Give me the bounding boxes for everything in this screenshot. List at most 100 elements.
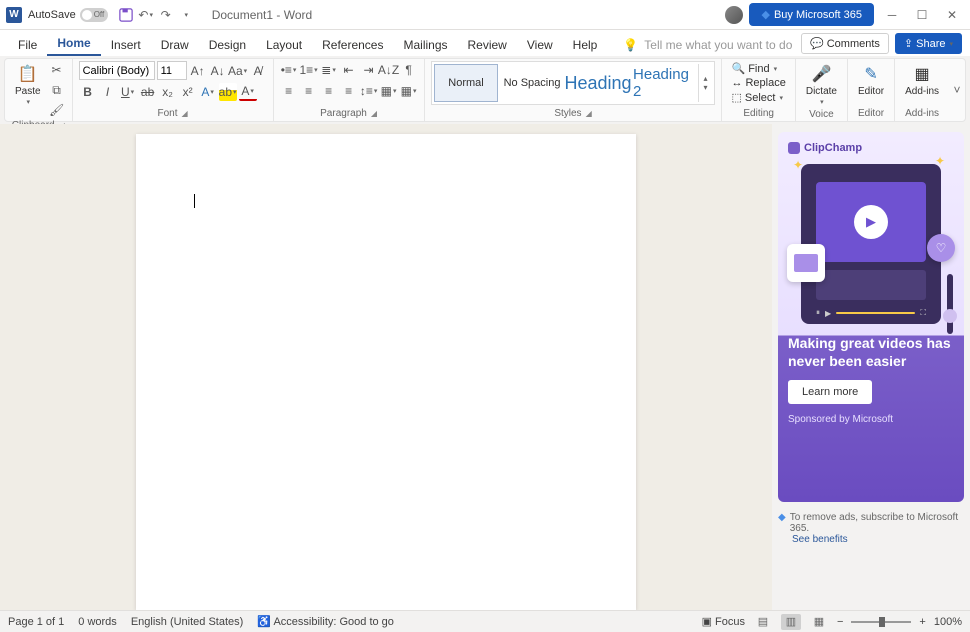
- increase-indent-button[interactable]: ⇥: [360, 61, 378, 79]
- undo-button[interactable]: ↶▾: [136, 5, 156, 25]
- borders-button[interactable]: ▦▾: [400, 82, 418, 100]
- align-right-button[interactable]: ≡: [320, 82, 338, 100]
- find-button[interactable]: 🔍Find ▾: [728, 61, 788, 76]
- clipboard-icon: 📋: [17, 63, 39, 85]
- close-button[interactable]: ✕: [940, 3, 964, 27]
- paste-button[interactable]: 📋 Paste▾: [11, 61, 45, 108]
- shading-button[interactable]: ▦▾: [380, 82, 398, 100]
- font-dialog-launcher[interactable]: ◢: [182, 109, 188, 118]
- format-painter-button[interactable]: 🖌: [48, 101, 66, 119]
- print-layout-button[interactable]: ▥: [781, 614, 801, 630]
- font-size-combo[interactable]: [157, 61, 187, 80]
- tab-review[interactable]: Review: [458, 34, 517, 56]
- tab-insert[interactable]: Insert: [101, 34, 151, 56]
- grow-font-button[interactable]: A↑: [189, 62, 207, 80]
- paragraph-dialog-launcher[interactable]: ◢: [371, 109, 377, 118]
- decrease-indent-button[interactable]: ⇤: [340, 61, 358, 79]
- show-marks-button[interactable]: ¶: [400, 61, 418, 79]
- user-avatar[interactable]: [725, 6, 743, 24]
- multilevel-list-button[interactable]: ≣▾: [320, 61, 338, 79]
- see-benefits-link[interactable]: See benefits: [792, 534, 964, 545]
- autosave-toggle[interactable]: Off: [80, 8, 108, 22]
- paragraph-group-label: Paragraph: [320, 108, 367, 119]
- ad-headline: Making great videos has never been easie…: [788, 334, 954, 370]
- focus-mode-button[interactable]: ▣ Focus: [702, 615, 745, 628]
- addins-button[interactable]: ▦ Add-ins: [901, 61, 943, 99]
- align-center-button[interactable]: ≡: [300, 82, 318, 100]
- tab-mailings[interactable]: Mailings: [393, 34, 457, 56]
- text-cursor: [194, 194, 195, 208]
- status-bar: Page 1 of 1 0 words English (United Stat…: [0, 610, 970, 632]
- star-icon: ✦: [935, 154, 945, 168]
- italic-button[interactable]: I: [99, 83, 117, 101]
- share-button[interactable]: ⇪ Share ▾: [895, 33, 962, 54]
- tab-file[interactable]: File: [8, 34, 47, 56]
- style-heading2[interactable]: Heading 2: [632, 64, 696, 102]
- highlight-button[interactable]: ab▾: [219, 83, 237, 101]
- redo-button[interactable]: ↷: [156, 5, 176, 25]
- status-accessibility[interactable]: ♿ Accessibility: Good to go: [257, 615, 394, 628]
- document-scroll-area[interactable]: [0, 124, 772, 610]
- shrink-font-button[interactable]: A↓: [209, 62, 227, 80]
- status-language[interactable]: English (United States): [131, 616, 244, 628]
- dictate-button[interactable]: 🎤 Dictate▾: [802, 61, 841, 108]
- buy-m365-button[interactable]: ◆Buy Microsoft 365: [749, 3, 874, 26]
- style-heading1[interactable]: Heading: [566, 64, 630, 102]
- status-page[interactable]: Page 1 of 1: [8, 616, 64, 628]
- subscript-button[interactable]: x₂: [159, 83, 177, 101]
- microphone-icon: 🎤: [810, 63, 832, 85]
- cut-button[interactable]: ✂: [48, 61, 66, 79]
- select-button[interactable]: ⬚Select ▾: [728, 90, 788, 105]
- tab-references[interactable]: References: [312, 34, 393, 56]
- replace-button[interactable]: ↔Replace: [728, 76, 788, 90]
- tab-layout[interactable]: Layout: [256, 34, 312, 56]
- style-normal[interactable]: Normal: [434, 64, 498, 102]
- maximize-button[interactable]: ☐: [910, 3, 934, 27]
- zoom-out-button[interactable]: −: [837, 616, 843, 628]
- comments-button[interactable]: 💬 Comments: [801, 33, 889, 54]
- justify-button[interactable]: ≡: [340, 82, 358, 100]
- font-name-combo[interactable]: [79, 61, 155, 80]
- tab-help[interactable]: Help: [563, 34, 608, 56]
- heart-icon: ♡: [927, 234, 955, 262]
- collapse-ribbon-button[interactable]: ˅: [949, 59, 965, 121]
- save-button[interactable]: [116, 5, 136, 25]
- underline-button[interactable]: U▾: [119, 83, 137, 101]
- bullets-button[interactable]: •≡▾: [280, 61, 298, 79]
- tab-view[interactable]: View: [517, 34, 563, 56]
- change-case-button[interactable]: Aa▾: [229, 62, 247, 80]
- text-effects-button[interactable]: A▾: [199, 83, 217, 101]
- voice-group-label: Voice: [809, 109, 833, 120]
- line-spacing-button[interactable]: ↕≡▾: [360, 82, 378, 100]
- strikethrough-button[interactable]: ab: [139, 83, 157, 101]
- zoom-level[interactable]: 100%: [934, 616, 962, 628]
- sort-button[interactable]: A↓Z: [380, 61, 398, 79]
- align-left-button[interactable]: ≡: [280, 82, 298, 100]
- copy-button[interactable]: ⧉: [48, 81, 66, 99]
- font-group-label: Font: [157, 108, 177, 119]
- clear-formatting-button[interactable]: A̸: [249, 62, 267, 80]
- document-page[interactable]: [136, 134, 636, 610]
- tab-design[interactable]: Design: [199, 34, 256, 56]
- tab-draw[interactable]: Draw: [151, 34, 199, 56]
- tab-home[interactable]: Home: [47, 32, 100, 56]
- learn-more-button[interactable]: Learn more: [788, 380, 872, 404]
- zoom-in-button[interactable]: +: [919, 616, 925, 628]
- style-no-spacing[interactable]: No Spacing: [500, 64, 564, 102]
- editor-button[interactable]: ✎ Editor: [854, 61, 888, 99]
- numbering-button[interactable]: 1≡▾: [300, 61, 318, 79]
- tell-me-search[interactable]: 💡 Tell me what you want to do: [619, 34, 796, 56]
- minimize-button[interactable]: ─: [880, 3, 904, 27]
- read-mode-button[interactable]: ▤: [753, 614, 773, 630]
- web-layout-button[interactable]: ▦: [809, 614, 829, 630]
- styles-more-button[interactable]: ▴▾: [698, 64, 712, 102]
- zoom-slider[interactable]: [851, 621, 911, 623]
- ad-brand: ClipChamp: [788, 142, 954, 154]
- font-color-button[interactable]: A▾: [239, 83, 257, 101]
- play-icon: ▶: [854, 205, 888, 239]
- bold-button[interactable]: B: [79, 83, 97, 101]
- qat-customize-button[interactable]: ▾: [176, 5, 196, 25]
- styles-dialog-launcher[interactable]: ◢: [586, 109, 592, 118]
- status-word-count[interactable]: 0 words: [78, 616, 117, 628]
- superscript-button[interactable]: x²: [179, 83, 197, 101]
